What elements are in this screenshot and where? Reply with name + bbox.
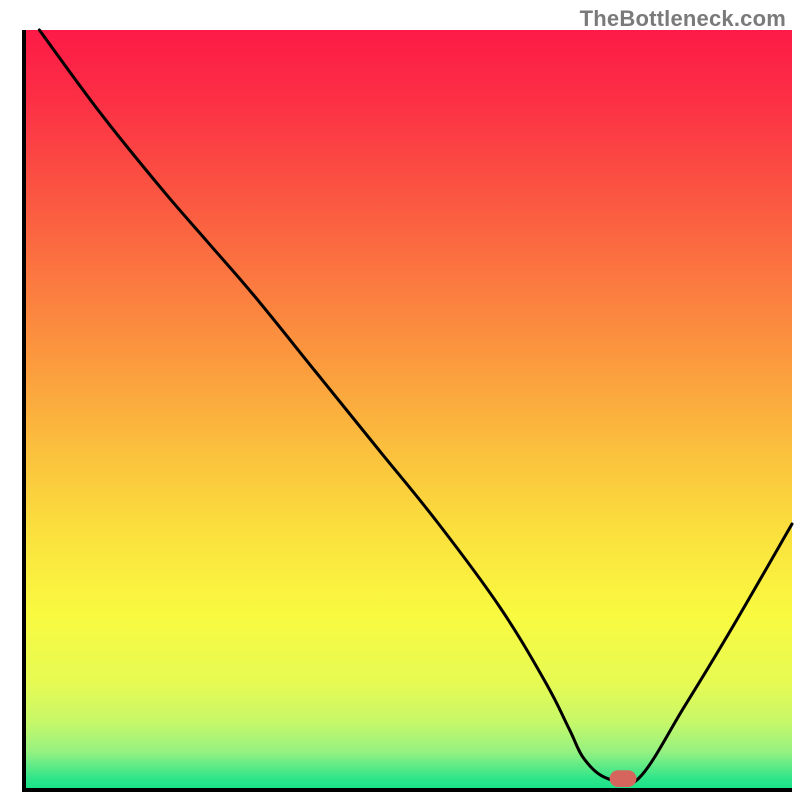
- bottleneck-chart: [0, 0, 800, 800]
- target-marker: [610, 770, 637, 787]
- plot-background: [24, 30, 792, 790]
- watermark-text: TheBottleneck.com: [580, 6, 786, 32]
